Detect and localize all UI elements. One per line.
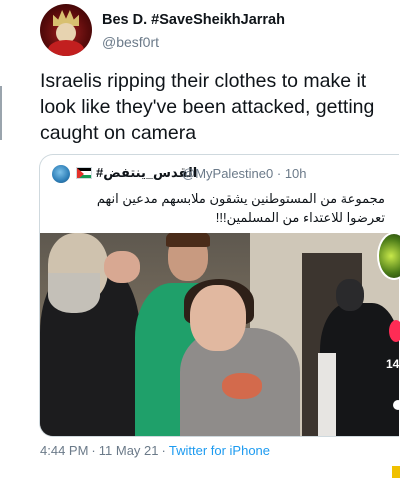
tweet-meta-footer: 4:44 PM · 11 May 21 · Twitter for iPhone <box>40 443 271 458</box>
palestine-flag-icon <box>76 167 92 179</box>
tweet-date[interactable]: 11 May 21 <box>99 443 159 458</box>
like-count: 14 <box>386 357 400 371</box>
quoted-author-handle[interactable]: @MyPalestine0 <box>182 166 273 181</box>
screen-edge-divider <box>0 86 2 140</box>
quoted-tweet-age: 10h <box>284 166 307 181</box>
quoted-author-avatar[interactable] <box>52 165 70 183</box>
quoted-tweet-text: مجموعة من المستوطنين يشقون ملابسهم مدعين… <box>96 191 385 225</box>
tweet-source-link[interactable]: Twitter for iPhone <box>169 443 270 458</box>
author-avatar[interactable] <box>40 4 92 56</box>
comment-icon[interactable] <box>393 400 400 410</box>
quoted-author-meta: @MyPalestine0 · 10h <box>182 166 307 181</box>
tweet-card: Bes D. #SaveSheikhJarrah @besf0rt Israel… <box>0 0 400 478</box>
author-handle[interactable]: @besf0rt <box>102 34 159 50</box>
video-thumbnail[interactable] <box>40 233 399 436</box>
quoted-tweet[interactable]: #القدس_ينتفض @MyPalestine0 · 10h مجموعة … <box>39 154 399 437</box>
author-name[interactable]: Bes D. #SaveSheikhJarrah <box>102 12 285 28</box>
heart-icon[interactable] <box>389 320 400 342</box>
share-icon[interactable] <box>392 466 400 478</box>
tweet-text: Israelis ripping their clothes to make i… <box>40 70 375 144</box>
tweet-time[interactable]: 4:44 PM <box>40 443 88 458</box>
